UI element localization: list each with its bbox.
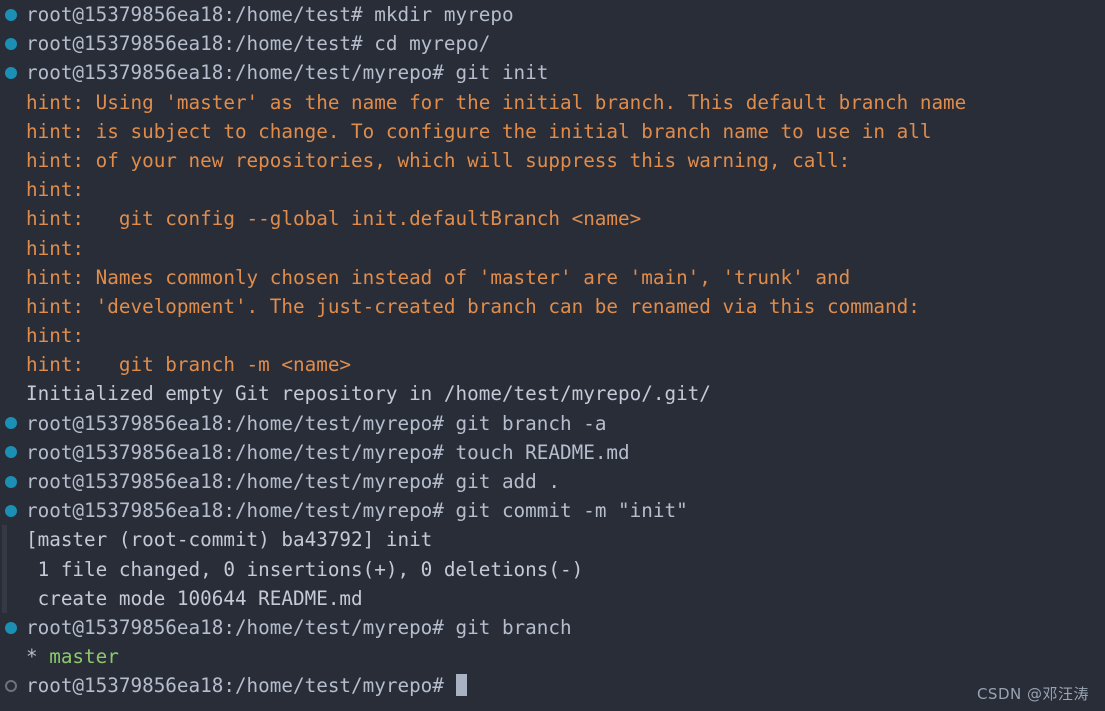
terminal-command-line: root@15379856ea18:/home/test/myrepo#: [0, 671, 1105, 700]
shell-command[interactable]: git add .: [456, 470, 560, 493]
command-output-line: create mode 100644 README.md: [0, 583, 1105, 613]
terminal-command-line: root@15379856ea18:/home/test/myrepo# git…: [0, 613, 1105, 642]
hint-text: hint:: [26, 178, 85, 202]
git-hint-line: hint: git branch -m <name>: [0, 350, 1105, 379]
shell-prompt: root@15379856ea18:/home/test#: [26, 32, 375, 56]
shell-command[interactable]: git init: [456, 61, 549, 84]
git-hint-line: hint: Using 'master' as the name for the…: [0, 88, 1105, 117]
git-hint-line: hint:: [0, 234, 1105, 263]
terminal-command-line: root@15379856ea18:/home/test/myrepo# git…: [0, 409, 1105, 438]
command-output-line: Initialized empty Git repository in /hom…: [0, 379, 1105, 408]
current-branch-star: *: [26, 645, 50, 669]
shell-command[interactable]: mkdir myrepo: [374, 3, 513, 26]
output-block-gutter: [2, 583, 7, 613]
output-text: Initialized empty Git repository in /hom…: [26, 382, 711, 406]
shell-command[interactable]: git commit -m "init": [456, 499, 688, 522]
command-output-line: 1 file changed, 0 insertions(+), 0 delet…: [0, 554, 1105, 584]
output-block-gutter: [2, 554, 7, 584]
terminal-output-area[interactable]: root@15379856ea18:/home/test# mkdir myre…: [0, 0, 1105, 701]
shell-command[interactable]: git branch: [456, 616, 572, 639]
csdn-watermark: CSDN @邓汪涛: [976, 685, 1089, 703]
shell-prompt: root@15379856ea18:/home/test/myrepo#: [26, 470, 456, 493]
shell-prompt: root@15379856ea18:/home/test/myrepo#: [26, 499, 456, 523]
shell-prompt: root@15379856ea18:/home/test/myrepo#: [26, 411, 456, 435]
git-hint-line: hint: Names commonly chosen instead of '…: [0, 263, 1105, 292]
terminal-command-line: root@15379856ea18:/home/test# mkdir myre…: [0, 0, 1105, 29]
command-status-marker-success: [5, 475, 17, 488]
hint-text: hint: Names commonly chosen instead of '…: [26, 265, 851, 289]
terminal-command-line: root@15379856ea18:/home/test/myrepo# git…: [0, 467, 1105, 496]
shell-prompt: root@15379856ea18:/home/test/myrepo#: [26, 440, 456, 464]
output-text: 1 file changed, 0 insertions(+), 0 delet…: [26, 557, 584, 581]
git-hint-line: hint: of your new repositories, which wi…: [0, 146, 1105, 175]
command-output-line: [master (root-commit) ba43792] init: [0, 525, 1105, 555]
hint-text: hint:: [26, 236, 85, 260]
shell-command[interactable]: touch README.md: [456, 441, 630, 464]
command-status-marker-success: [5, 504, 17, 517]
output-block-gutter: [2, 525, 7, 555]
hint-text: hint: git config --global init.defaultBr…: [26, 207, 642, 231]
output-text: [master (root-commit) ba43792] init: [26, 528, 433, 552]
git-hint-line: hint: git config --global init.defaultBr…: [0, 204, 1105, 233]
text-cursor[interactable]: [455, 674, 468, 697]
git-hint-line: hint: 'development'. The just-created br…: [0, 292, 1105, 321]
shell-prompt: root@15379856ea18:/home/test#: [26, 3, 375, 26]
hint-text: hint: git branch -m <name>: [26, 353, 352, 377]
git-hint-line: hint:: [0, 321, 1105, 350]
command-status-marker-success: [5, 8, 17, 21]
terminal-command-line: root@15379856ea18:/home/test/myrepo# tou…: [0, 438, 1105, 467]
shell-prompt: root@15379856ea18:/home/test/myrepo#: [26, 615, 456, 639]
git-branch-list-item: * master: [0, 642, 1105, 671]
command-status-marker-success: [5, 417, 17, 430]
hint-text: hint: of your new repositories, which wi…: [26, 148, 851, 172]
output-text: create mode 100644 README.md: [26, 586, 363, 610]
command-status-marker-success: [5, 621, 17, 634]
command-status-marker-success: [5, 37, 17, 50]
git-hint-line: hint: is subject to change. To configure…: [0, 117, 1105, 146]
command-status-marker-idle: [5, 679, 17, 692]
command-status-marker-success: [5, 66, 17, 79]
command-status-marker-success: [5, 446, 17, 459]
shell-prompt: root@15379856ea18:/home/test/myrepo#: [26, 61, 456, 85]
terminal-command-line: root@15379856ea18:/home/test# cd myrepo/: [0, 29, 1105, 58]
hint-text: hint:: [26, 324, 85, 348]
shell-command[interactable]: cd myrepo/: [374, 32, 490, 55]
git-hint-line: hint:: [0, 175, 1105, 204]
terminal-command-line: root@15379856ea18:/home/test/myrepo# git…: [0, 58, 1105, 87]
terminal-window[interactable]: root@15379856ea18:/home/test# mkdir myre…: [0, 0, 1105, 711]
branch-name: master: [49, 645, 119, 669]
shell-prompt: root@15379856ea18:/home/test/myrepo#: [26, 674, 456, 698]
shell-command[interactable]: git branch -a: [456, 412, 607, 435]
hint-text: hint: Using 'master' as the name for the…: [26, 90, 967, 114]
hint-text: hint: is subject to change. To configure…: [26, 119, 932, 143]
terminal-command-line: root@15379856ea18:/home/test/myrepo# git…: [0, 496, 1105, 525]
hint-text: hint: 'development'. The just-created br…: [26, 294, 920, 318]
